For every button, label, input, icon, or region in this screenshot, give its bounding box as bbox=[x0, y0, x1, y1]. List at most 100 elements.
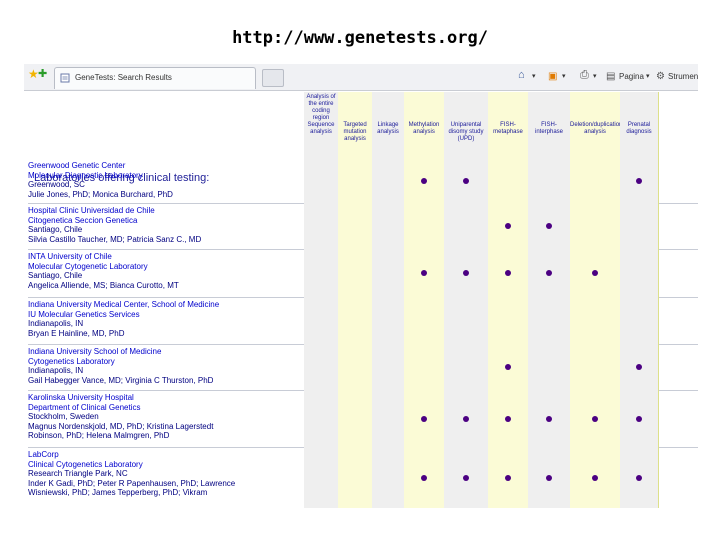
laboratory-link[interactable]: Molecular Cytogenetic Laboratory bbox=[28, 262, 298, 272]
print-icon[interactable]: ⎙ bbox=[580, 68, 589, 82]
table-cell bbox=[372, 158, 404, 203]
rss-feed-icon[interactable]: ▣ bbox=[548, 70, 557, 84]
table-cell bbox=[304, 344, 338, 390]
test-available-dot bbox=[546, 415, 552, 422]
table-cell bbox=[570, 297, 620, 344]
table-cell bbox=[304, 203, 338, 249]
institution-link[interactable]: LabCorp bbox=[28, 450, 298, 460]
table-cell bbox=[304, 249, 338, 297]
test-available-dot bbox=[505, 270, 511, 276]
table-row: LabCorp Clinical Cytogenetics Laboratory R… bbox=[28, 447, 698, 508]
results-table: Laboratories offering clinical testing: … bbox=[28, 92, 698, 508]
browser-toolbar: ★ ✚ GeneTests: Search Results ⌂ ▾ ▣ ▾ ⎙ … bbox=[24, 64, 698, 91]
institution-link[interactable]: Hospital Clinic Universidad de Chile bbox=[28, 206, 298, 216]
test-available-dot bbox=[636, 177, 642, 184]
lab-location: Research Triangle Park, NC bbox=[28, 469, 128, 478]
table-row: Indiana University Medical Center, Schoo… bbox=[28, 297, 698, 345]
column-header: Prenatal diagnosis bbox=[626, 122, 652, 135]
tools-gear-icon[interactable]: ⚙ bbox=[656, 70, 665, 84]
page-icon bbox=[60, 73, 70, 83]
column-header: FISH-interphase bbox=[534, 122, 564, 135]
laboratory-cell: Indiana University Medical Center, Schoo… bbox=[28, 297, 298, 347]
test-available-dot bbox=[636, 364, 642, 370]
test-available-dot bbox=[421, 415, 427, 422]
lab-location: Stockholm, Sweden bbox=[28, 412, 99, 421]
add-favorites-icon[interactable]: ✚ bbox=[38, 67, 47, 81]
slide-title: http://www.genetests.org/ bbox=[232, 28, 488, 48]
laboratory-cell: Indiana University School of Medicine Cyt… bbox=[28, 344, 298, 393]
table-cell bbox=[404, 203, 444, 249]
test-available-dot bbox=[546, 270, 552, 276]
lab-contacts: Magnus Nordenskjold, MD, PhD; Kristina L… bbox=[28, 421, 214, 431]
table-cell bbox=[570, 344, 620, 390]
laboratory-link[interactable]: Molecular Diagnostic Laboratory bbox=[28, 171, 298, 181]
institution-link[interactable]: Karolinska University Hospital bbox=[28, 393, 298, 403]
table-cell bbox=[304, 447, 338, 508]
table-cell bbox=[338, 203, 372, 249]
table-cell bbox=[338, 447, 372, 508]
test-available-dot bbox=[421, 474, 427, 481]
test-available-dot bbox=[421, 270, 427, 276]
laboratory-cell: Hospital Clinic Universidad de Chile Cito… bbox=[28, 203, 298, 252]
chevron-down-icon[interactable]: ▾ bbox=[593, 70, 597, 84]
lab-location: Santiago, Chile bbox=[28, 271, 83, 280]
institution-link[interactable]: Greenwood Genetic Center bbox=[28, 161, 298, 171]
table-cell bbox=[372, 249, 404, 297]
table-cell bbox=[338, 158, 372, 203]
page-menu-label[interactable]: Pagina bbox=[619, 70, 644, 84]
tools-menu-label[interactable]: Strumenti bbox=[668, 70, 698, 84]
table-cell bbox=[304, 297, 338, 344]
chevron-down-icon[interactable]: ▾ bbox=[532, 70, 536, 84]
table-row: Greenwood Genetic Center Molecular Diagno… bbox=[28, 158, 698, 204]
column-divider bbox=[658, 92, 659, 508]
test-available-dot bbox=[592, 474, 598, 481]
laboratory-link[interactable]: Clinical Cytogenetics Laboratory bbox=[28, 460, 298, 470]
test-available-dot bbox=[636, 415, 642, 422]
laboratory-link[interactable]: Department of Clinical Genetics bbox=[28, 403, 298, 413]
page-menu-icon[interactable]: ▤ bbox=[606, 70, 615, 84]
institution-link[interactable]: INTA University of Chile bbox=[28, 252, 298, 262]
browser-screenshot: ★ ✚ GeneTests: Search Results ⌂ ▾ ▣ ▾ ⎙ … bbox=[24, 64, 698, 508]
laboratory-link[interactable]: Cytogenetics Laboratory bbox=[28, 357, 298, 367]
table-cell bbox=[338, 390, 372, 447]
laboratory-cell: LabCorp Clinical Cytogenetics Laboratory R… bbox=[28, 447, 298, 508]
chevron-down-icon[interactable]: ▾ bbox=[562, 70, 566, 84]
lab-contacts: Silvia Castillo Taucher, MD; Patricia Sa… bbox=[28, 234, 202, 244]
table-cell bbox=[620, 203, 658, 249]
tab-genetests-search-results[interactable]: GeneTests: Search Results bbox=[54, 67, 256, 89]
laboratory-cell: Greenwood Genetic Center Molecular Diagno… bbox=[28, 158, 298, 206]
test-available-dot bbox=[546, 474, 552, 481]
lab-location: Greenwood, SC bbox=[28, 180, 85, 189]
table-row: Indiana University School of Medicine Cyt… bbox=[28, 344, 698, 391]
lab-contacts: Bryan E Hainline, MD, PhD bbox=[28, 328, 125, 338]
test-available-dot bbox=[592, 415, 598, 422]
table-cell bbox=[338, 249, 372, 297]
institution-link[interactable]: Indiana University School of Medicine bbox=[28, 347, 298, 357]
home-icon[interactable]: ⌂ bbox=[518, 68, 525, 82]
column-header: FISH-metaphase bbox=[493, 122, 523, 135]
column-header: Analysis of the entire coding region Seq… bbox=[306, 94, 336, 135]
column-header: Uniparental disomy study (UPD) bbox=[448, 122, 484, 142]
table-cell bbox=[372, 344, 404, 390]
lab-location: Indianapolis, IN bbox=[28, 366, 84, 375]
test-available-dot bbox=[463, 415, 469, 422]
test-available-dot bbox=[463, 270, 469, 276]
new-tab-button[interactable] bbox=[262, 69, 284, 87]
column-header: Deletion/duplication analysis bbox=[570, 122, 623, 135]
laboratory-link[interactable]: Citogenetica Seccion Genetica bbox=[28, 216, 298, 226]
test-available-dot bbox=[546, 223, 552, 229]
table-cell bbox=[304, 158, 338, 203]
table-cell bbox=[444, 203, 488, 249]
table-cell bbox=[620, 249, 658, 297]
lab-contacts: Angelica Alliende, MS; Bianca Curotto, M… bbox=[28, 280, 179, 290]
lab-contacts: Wisniewski, PhD; James Tepperberg, PhD; … bbox=[28, 488, 208, 497]
laboratory-link[interactable]: IU Molecular Genetics Services bbox=[28, 310, 298, 320]
chevron-down-icon[interactable]: ▾ bbox=[646, 70, 650, 84]
lab-contacts: Robinson, PhD; Helena Malmgren, PhD bbox=[28, 431, 170, 440]
table-cell bbox=[528, 297, 570, 344]
table-cell bbox=[620, 297, 658, 344]
test-available-dot bbox=[463, 177, 469, 184]
institution-link[interactable]: Indiana University Medical Center, Schoo… bbox=[28, 300, 298, 310]
column-header: Targeted mutation analysis bbox=[343, 122, 367, 142]
test-available-dot bbox=[636, 474, 642, 481]
